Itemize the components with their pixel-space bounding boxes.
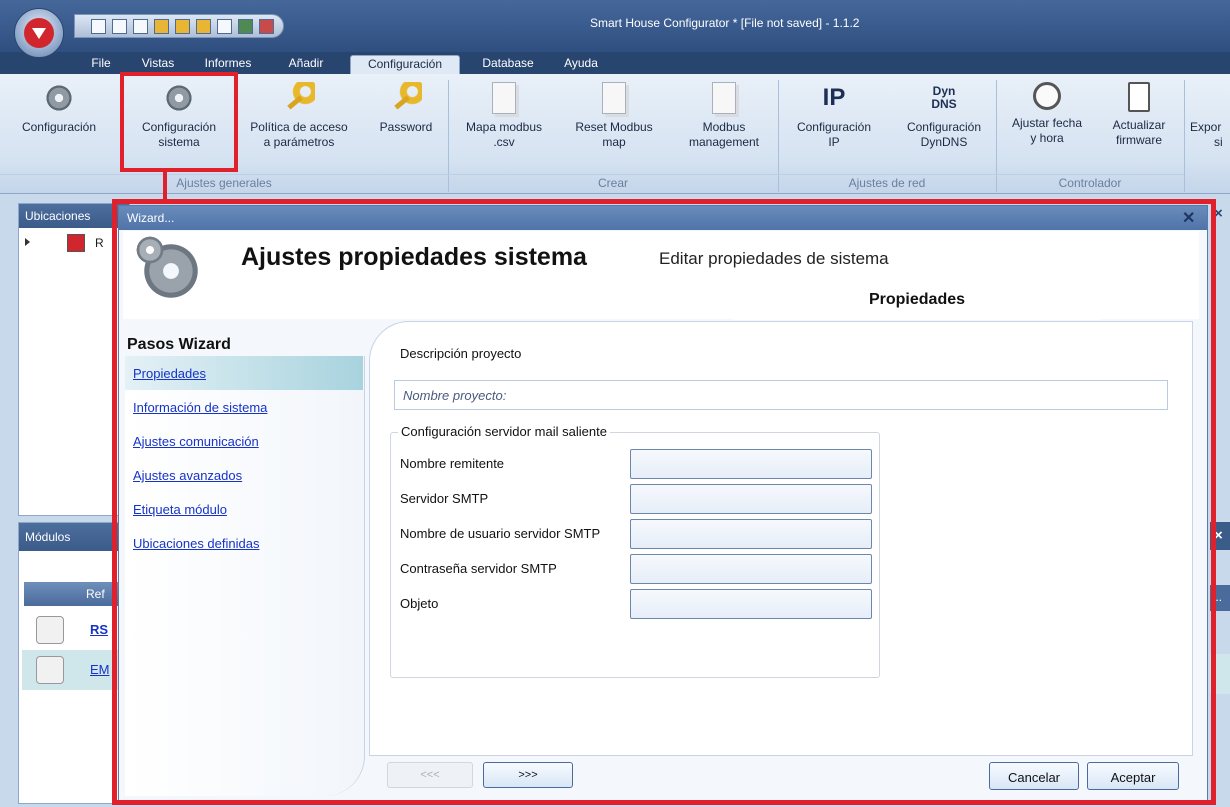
firmware-icon [1128, 82, 1150, 112]
highlight-connector [163, 172, 167, 200]
document-icon [492, 82, 516, 114]
ribbon-group-ajustes-red: Ajustes de red [778, 174, 996, 192]
clock-icon [1033, 82, 1061, 110]
ribbon-group-controlador: Controlador [996, 174, 1184, 192]
export-arrow-icon[interactable] [196, 18, 211, 34]
expand-arrow-icon[interactable] [25, 238, 33, 246]
tab-anadir[interactable]: Añadir [278, 55, 334, 74]
serial-module-icon [36, 616, 64, 644]
ribbon-tab-bar: File Vistas Informes Añadir Configuració… [0, 52, 1230, 74]
table-row[interactable]: RS [22, 610, 126, 650]
tab-file[interactable]: File [84, 55, 118, 74]
reset-modbus-button[interactable]: Reset Modbus map [562, 78, 666, 150]
table-row[interactable]: EM [22, 650, 126, 690]
document-icon [602, 82, 626, 114]
ajustar-fecha-button[interactable]: Ajustar fecha y hora [1000, 78, 1094, 146]
configuracion-button[interactable]: Configuración [2, 78, 116, 135]
gear-icon [43, 82, 75, 114]
password-button[interactable]: Password [368, 78, 444, 135]
tab-ayuda[interactable]: Ayuda [556, 55, 606, 74]
brand-logo-icon [24, 18, 54, 48]
broadcast-icon[interactable] [238, 18, 253, 34]
new-file-icon[interactable] [91, 18, 106, 34]
device-icon[interactable] [259, 18, 274, 34]
highlight-box-ribbon [120, 72, 238, 172]
key-icon [283, 82, 315, 114]
key-icon [390, 82, 422, 114]
import-icon[interactable] [175, 18, 190, 34]
network-icon[interactable] [217, 18, 232, 34]
configuracion-ip-button[interactable]: IP Configuración IP [782, 78, 886, 150]
tab-configuracion[interactable]: Configuración [350, 55, 460, 74]
ribbon-group-ajustes-generales: Ajustes generales [0, 174, 448, 192]
save-icon[interactable] [133, 18, 148, 34]
application-menu-button[interactable] [14, 8, 64, 58]
highlight-box-wizard [112, 199, 1216, 805]
export-icon [1200, 82, 1220, 114]
window-title: Smart House Configurator * [File not sav… [590, 16, 860, 30]
actualizar-firmware-button[interactable]: Actualizar firmware [1098, 78, 1180, 148]
location-item[interactable]: R [95, 236, 104, 250]
open-icon[interactable] [112, 18, 127, 34]
ip-icon: IP [822, 84, 846, 111]
ribbon-separator [1184, 80, 1185, 192]
meter-module-icon [36, 656, 64, 684]
configuracion-dyndns-button[interactable]: Dyn DNS Configuración DynDNS [892, 78, 996, 150]
location-icon [67, 234, 85, 252]
politica-acceso-button[interactable]: Política de acceso a parámetros [240, 78, 358, 150]
quick-access-toolbar [74, 14, 284, 38]
tab-database[interactable]: Database [470, 55, 546, 74]
dyndns-icon: Dyn DNS [931, 84, 957, 111]
export-button[interactable]: Expor si [1190, 78, 1230, 150]
document-icon [712, 82, 736, 114]
mapa-modbus-button[interactable]: Mapa modbus .csv [452, 78, 556, 150]
ribbon-group-crear: Crear [448, 174, 778, 192]
edit-icon[interactable] [154, 18, 169, 34]
modbus-management-button[interactable]: Modbus management [672, 78, 776, 150]
